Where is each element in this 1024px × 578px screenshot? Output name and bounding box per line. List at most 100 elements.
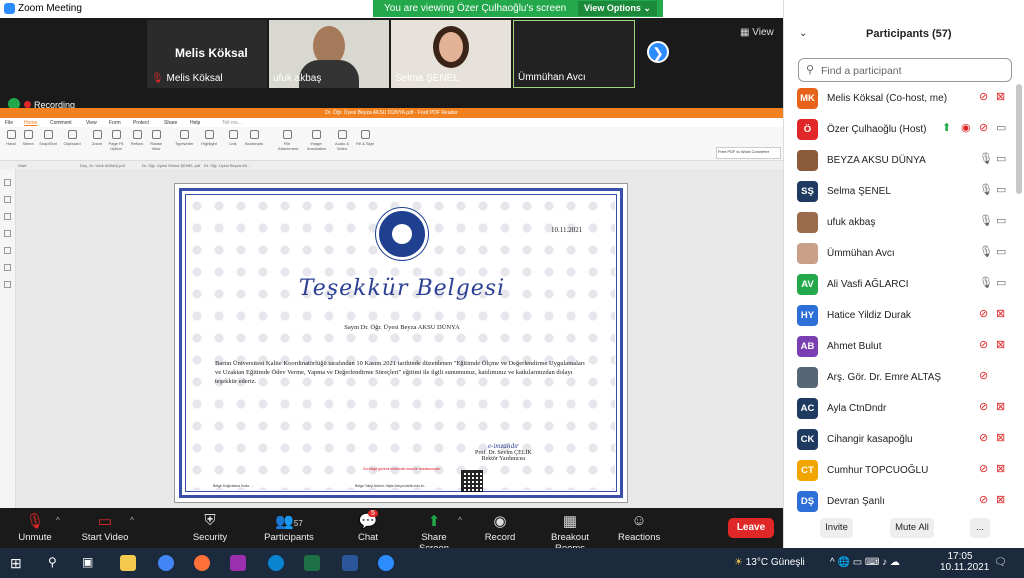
video-tile-melis[interactable]: Melis Köksal 🎙 Melis Köksal: [147, 20, 267, 88]
mic-icon[interactable]: 🎙: [979, 183, 993, 196]
video-off-icon[interactable]: ⊠: [996, 90, 1005, 103]
participant-row[interactable]: BEYZA AKSU DÜNYA 🎙 ▭: [784, 146, 1014, 176]
reactions-button[interactable]: ☺ Reactions: [618, 512, 660, 543]
app-icon[interactable]: [230, 555, 246, 571]
video-icon[interactable]: ▭: [996, 214, 1006, 227]
participant-row[interactable]: AC Ayla CtnDndr ⊘ ⊠: [784, 394, 1014, 424]
participant-row[interactable]: SŞ Selma ŞENEL 🎙 ▭: [784, 177, 1014, 207]
start-video-button[interactable]: ▭ Start Video: [80, 512, 130, 543]
video-off-icon[interactable]: ⊠: [996, 493, 1005, 506]
mic-icon[interactable]: 🎙: [979, 276, 993, 289]
mic-muted-icon[interactable]: ⊘: [979, 121, 988, 134]
mic-muted-icon[interactable]: ⊘: [979, 462, 988, 475]
mic-icon[interactable]: 🎙: [979, 152, 993, 165]
menu-item: Protect: [133, 120, 149, 126]
clock[interactable]: 17:05 10.11.2021: [940, 551, 989, 573]
mic-icon[interactable]: 🎙: [979, 245, 993, 258]
participant-row[interactable]: AB Ahmet Bulut ⊘ ⊠: [784, 332, 1014, 362]
more-button[interactable]: ...: [970, 518, 990, 538]
participant-row[interactable]: Ö Özer Çulhaoğlu (Host) ⬆ ◉ ⊘ ▭: [784, 115, 1014, 145]
participant-name: Özer Çulhaoğlu (Host): [827, 124, 927, 135]
search-icon[interactable]: ⚲: [48, 555, 64, 571]
unmute-button[interactable]: 🎙 Unmute: [16, 512, 54, 543]
mic-icon[interactable]: 🎙: [979, 214, 993, 227]
video-icon[interactable]: ▭: [996, 276, 1006, 289]
video-off-icon[interactable]: ⊠: [996, 307, 1005, 320]
share-screen-icon: ⬆: [427, 513, 441, 530]
audio-options-caret[interactable]: ^: [56, 516, 60, 525]
windows-start-icon[interactable]: ⊞: [10, 555, 26, 571]
mic-muted-icon[interactable]: ⊘: [979, 493, 988, 506]
firefox-icon[interactable]: [194, 555, 210, 571]
participant-row[interactable]: Ümmühan Avcı 🎙 ▭: [784, 239, 1014, 269]
certificate-signature: e-imzalıdır Prof. Dr. Sevim ÇELİK Rektör…: [475, 442, 532, 462]
share-options-caret[interactable]: ^: [458, 516, 462, 525]
invite-button[interactable]: Invite: [820, 518, 853, 538]
tray-icons[interactable]: ^ 🌐 ▭ ⌨ ♪ ☁: [830, 557, 900, 568]
mic-muted-icon[interactable]: ⊘: [979, 369, 988, 382]
video-tile-ufuk[interactable]: ufuk akbaş: [269, 20, 389, 88]
participant-row[interactable]: HY Hatice Yildiz Durak ⊘ ⊠: [784, 301, 1014, 331]
file-explorer-icon[interactable]: [120, 555, 136, 571]
mic-muted-icon[interactable]: ⊘: [979, 338, 988, 351]
menu-item: Share: [164, 120, 178, 126]
participants-button[interactable]: 👥57 Participants: [262, 512, 316, 543]
task-view-icon[interactable]: ▣: [82, 555, 98, 571]
leave-button[interactable]: Leave: [728, 518, 774, 538]
tracking-address: Belge Takip Adresi: https://ebys.bartin.…: [355, 484, 428, 488]
menu-item: Tell me...: [222, 120, 243, 126]
qr-code-icon: [461, 470, 483, 492]
video-tile-selma[interactable]: Selma ŞENEL: [391, 20, 511, 88]
video-icon[interactable]: ▭: [996, 152, 1006, 165]
menu-item: View: [86, 120, 97, 126]
search-placeholder: Find a participant: [821, 65, 902, 77]
zoom-taskbar-icon[interactable]: [378, 555, 394, 571]
shared-screen: Dr. Öğr. Üyesi Beyza AKSU DÜNYA.pdf - Fo…: [0, 108, 783, 528]
word-icon[interactable]: [342, 555, 358, 571]
participant-search-input[interactable]: ⚲ Find a participant: [798, 58, 1012, 82]
mic-muted-icon[interactable]: ⊘: [979, 90, 988, 103]
video-tile-ummuhan[interactable]: Ümmühan Avcı: [513, 20, 635, 88]
reactions-icon: ☺: [631, 512, 647, 529]
security-button[interactable]: ⛨ Security: [190, 512, 230, 543]
tile-name: Selma ŞENEL: [395, 73, 459, 84]
mute-all-button[interactable]: Mute All: [890, 518, 934, 538]
view-button[interactable]: ▦ View: [740, 27, 774, 38]
participant-row[interactable]: DŞ Devran Şanlı ⊘ ⊠: [784, 487, 1014, 517]
zoom-logo-icon: [4, 3, 15, 14]
certificate-date: 10.11.2021: [551, 226, 583, 234]
certificate-page: 10.11.2021 Teşekkür Belgesi Sayın Dr. Öğ…: [174, 183, 628, 503]
mic-muted-icon[interactable]: ⊘: [979, 400, 988, 413]
participant-row[interactable]: CT Cumhur TOPCUOĞLU ⊘ ⊠: [784, 456, 1014, 486]
participant-name: Ahmet Bulut: [827, 341, 882, 352]
video-off-icon[interactable]: ⊠: [996, 431, 1005, 444]
notification-icon[interactable]: 🗨: [994, 557, 1007, 568]
video-off-icon[interactable]: ⊠: [996, 462, 1005, 475]
participant-row[interactable]: MK Melis Köksal (Co-host, me) ⊘ ⊠: [784, 84, 1014, 114]
video-off-icon[interactable]: ⊠: [996, 338, 1005, 351]
participant-row[interactable]: CK Cihangir kasapoğlu ⊘ ⊠: [784, 425, 1014, 455]
excel-icon[interactable]: [304, 555, 320, 571]
video-icon[interactable]: ▭: [996, 245, 1006, 258]
chat-button[interactable]: 💬 Chat: [355, 512, 381, 543]
video-icon[interactable]: ▭: [996, 183, 1006, 196]
mic-muted-icon[interactable]: ⊘: [979, 431, 988, 444]
next-page-button[interactable]: ❯: [647, 41, 669, 63]
chrome-icon[interactable]: [158, 555, 174, 571]
participant-row[interactable]: Arş. Gör. Dr. Emre ALTAŞ ⊘: [784, 363, 1014, 393]
view-options-button[interactable]: View Options ⌄: [578, 1, 657, 16]
mic-muted-icon[interactable]: ⊘: [979, 307, 988, 320]
chevron-down-icon[interactable]: ⌄: [799, 28, 807, 39]
scrollbar[interactable]: [1016, 84, 1022, 194]
participant-row[interactable]: ufuk akbaş 🎙 ▭: [784, 208, 1014, 238]
video-icon[interactable]: ▭: [996, 121, 1006, 134]
video-options-caret[interactable]: ^: [130, 516, 134, 525]
record-button[interactable]: ◉ Record: [484, 512, 516, 543]
video-off-icon[interactable]: ⊠: [996, 400, 1005, 413]
edge-icon[interactable]: [268, 555, 284, 571]
participant-row[interactable]: AV Ali Vasfi AĞLARCI 🎙 ▭: [784, 270, 1014, 300]
weather-widget[interactable]: ☀ 13°C Güneşli: [734, 557, 805, 568]
university-seal-icon: [376, 208, 428, 260]
participant-face: [439, 32, 463, 62]
viewing-banner: You are viewing Özer Çulhaoğlu's screen …: [373, 0, 663, 17]
